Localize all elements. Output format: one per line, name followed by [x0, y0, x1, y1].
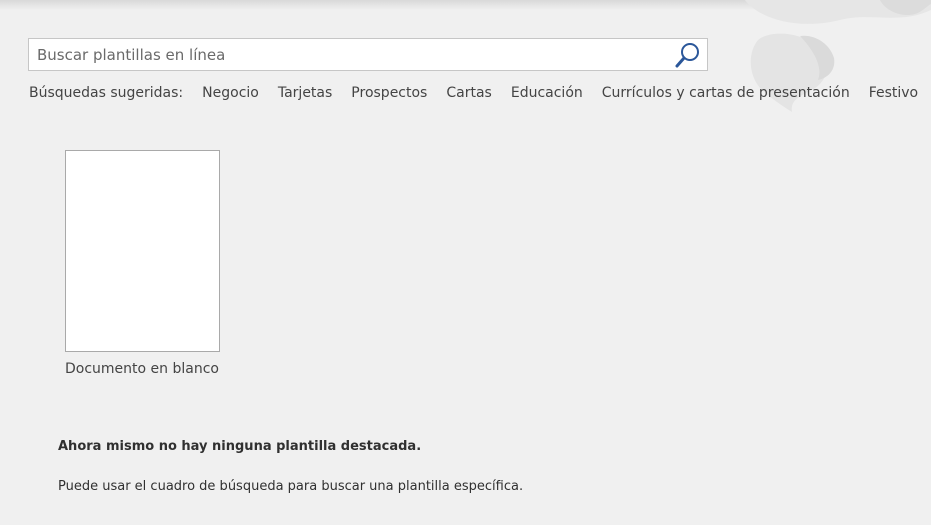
- suggested-search-festivo[interactable]: Festivo: [869, 85, 918, 101]
- search-button[interactable]: [671, 39, 705, 70]
- suggested-search-cartas[interactable]: Cartas: [446, 85, 491, 101]
- search-box: [28, 38, 708, 71]
- suggested-search-curriculos[interactable]: Currículos y cartas de presentación: [602, 85, 850, 101]
- suggested-search-prospectos[interactable]: Prospectos: [351, 85, 427, 101]
- blank-document-label[interactable]: Documento en blanco: [65, 361, 219, 377]
- suggested-search-tarjetas[interactable]: Tarjetas: [278, 85, 332, 101]
- search-hint-message: Puede usar el cuadro de búsqueda para bu…: [58, 479, 524, 494]
- suggested-search-educacion[interactable]: Educación: [511, 85, 583, 101]
- search-input[interactable]: [29, 39, 677, 70]
- search-icon: [675, 42, 699, 67]
- suggested-searches: Búsquedas sugeridas: Negocio Tarjetas Pr…: [29, 84, 918, 102]
- blank-document-thumbnail[interactable]: [65, 150, 220, 352]
- no-featured-message: Ahora mismo no hay ninguna plantilla des…: [58, 439, 422, 454]
- suggested-searches-label: Búsquedas sugeridas:: [29, 85, 184, 101]
- suggested-search-negocio[interactable]: Negocio: [202, 85, 259, 101]
